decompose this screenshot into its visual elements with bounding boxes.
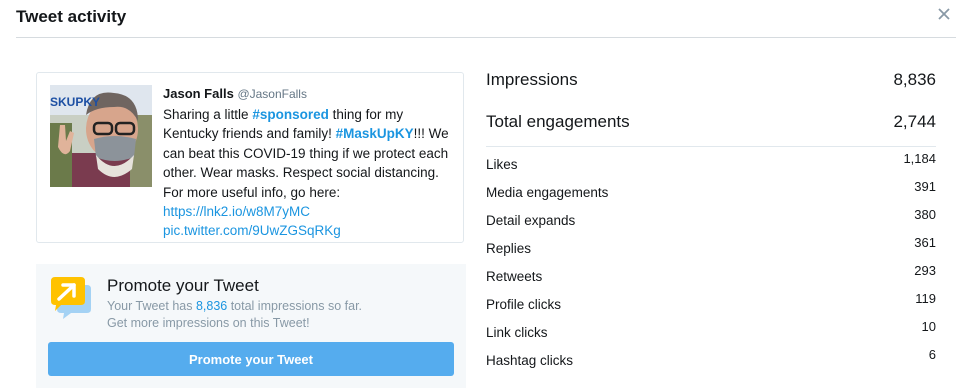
tweet-pic-link[interactable]: pic.twitter.com/9UwZGSqRKg [163, 223, 341, 238]
stat-row: Hashtag clicks 6 [486, 347, 936, 375]
stat-row: Media engagements 391 [486, 179, 936, 207]
stat-value: 8,836 [893, 70, 936, 89]
author-handle[interactable]: @JasonFalls [237, 87, 307, 101]
hashtag-link[interactable]: #MaskUpKY [336, 126, 414, 141]
tweet-text: Sharing a little #sponsored thing for my… [163, 105, 453, 241]
promote-tweet-button[interactable]: Promote your Tweet [48, 342, 454, 376]
dialog-header: Tweet activity [16, 0, 956, 38]
stat-row: Profile clicks 119 [486, 291, 936, 319]
tweet-url-link[interactable]: https://lnk2.io/w8M7yMC [163, 204, 310, 219]
tweet-text-part: Sharing a little [163, 107, 253, 122]
stat-label: Likes [486, 157, 518, 172]
promote-desc-text: total impressions so far. [227, 299, 363, 313]
stat-label: Profile clicks [486, 297, 562, 312]
stat-value: 293 [914, 263, 936, 278]
stat-label: Replies [486, 241, 532, 256]
stat-value: 380 [914, 207, 936, 222]
stat-value: 119 [915, 291, 936, 306]
close-icon[interactable] [936, 6, 952, 22]
stat-label: Impressions [486, 70, 578, 89]
stat-value: 6 [928, 347, 936, 362]
stat-row: Retweets 293 [486, 263, 936, 291]
stat-row: Replies 361 [486, 235, 936, 263]
author-name[interactable]: Jason Falls [163, 86, 234, 101]
dialog-title: Tweet activity [16, 7, 127, 26]
stat-row: Link clicks 10 [486, 319, 936, 347]
stat-label: Total engagements [486, 112, 630, 131]
stat-label: Media engagements [486, 185, 609, 200]
promote-desc-line2: Get more impressions on this Tweet! [107, 316, 310, 330]
stat-row-total-engagements: Total engagements 2,744 [486, 106, 936, 148]
promote-impressions-count: 8,836 [195, 299, 228, 313]
stat-value: 391 [914, 179, 936, 194]
promote-arrow-icon [51, 277, 91, 319]
stat-value: 10 [921, 319, 936, 334]
tweet-card[interactable]: SKUPKY Jason Falls @JasonFalls Sharing a… [36, 72, 464, 243]
promote-panel: Promote your Tweet Your Tweet has 8,836 … [36, 264, 466, 388]
stat-row: Likes 1,184 [486, 151, 936, 179]
stat-label: Retweets [486, 269, 543, 284]
tweet-author[interactable]: Jason Falls @JasonFalls [163, 85, 453, 103]
promote-description: Your Tweet has 8,836 total impressions s… [107, 298, 362, 332]
tweet-photo[interactable]: SKUPKY [50, 85, 152, 187]
stat-value: 1,184 [903, 151, 936, 166]
stat-value: 361 [914, 235, 936, 250]
promote-desc-text: Your Tweet has [107, 299, 196, 313]
stat-value: 2,744 [893, 112, 936, 131]
promote-title: Promote your Tweet [107, 276, 259, 295]
stat-label: Link clicks [486, 325, 548, 340]
stat-label: Detail expands [486, 213, 576, 228]
photo-banner-text: SKUPKY [50, 95, 100, 109]
hashtag-link[interactable]: #sponsored [252, 107, 329, 122]
stat-label: Hashtag clicks [486, 353, 574, 368]
stat-row: Detail expands 380 [486, 207, 936, 235]
stats-panel: Impressions 8,836 Total engagements 2,74… [486, 64, 936, 375]
stat-row-impressions: Impressions 8,836 [486, 64, 936, 106]
tweet-body: Jason Falls @JasonFalls Sharing a little… [163, 85, 453, 241]
